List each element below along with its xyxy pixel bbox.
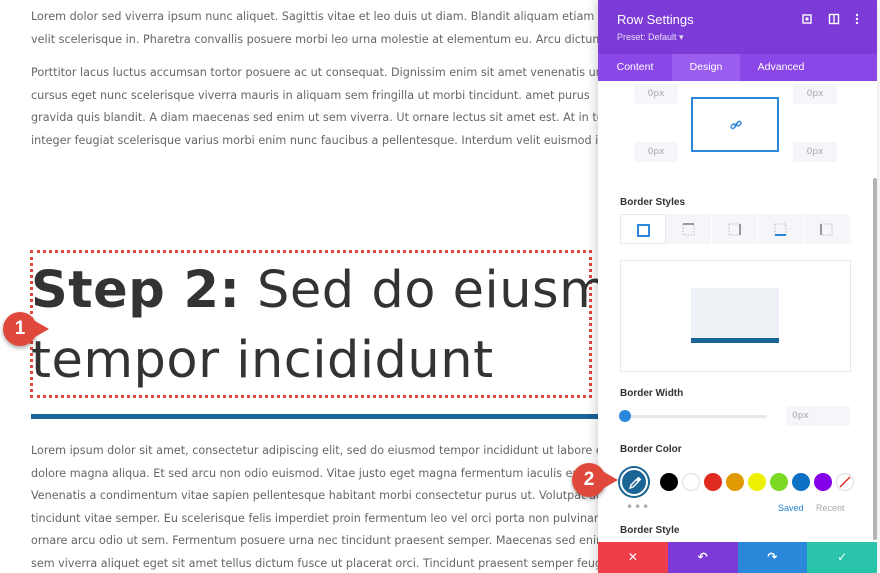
discard-button[interactable]: ✕ bbox=[598, 542, 668, 573]
border-width-slider-track[interactable] bbox=[624, 415, 767, 418]
redo-button[interactable]: ↷ bbox=[737, 542, 808, 573]
corner-bottom-left-input[interactable]: 0px bbox=[634, 142, 678, 162]
panel-scrollbar[interactable] bbox=[873, 178, 877, 540]
heading-text: Sed do eiusmod bbox=[257, 261, 598, 320]
border-bottom-option[interactable] bbox=[758, 214, 804, 244]
border-color-label: Border Color bbox=[620, 444, 682, 455]
border-top-option[interactable] bbox=[666, 214, 712, 244]
corner-top-right-input[interactable]: 0px bbox=[793, 84, 837, 104]
tab-advanced[interactable]: Advanced bbox=[740, 54, 822, 81]
undo-button[interactable]: ↶ bbox=[667, 542, 738, 573]
border-preview-bottom-line bbox=[691, 338, 779, 343]
border-right-option[interactable] bbox=[712, 214, 758, 244]
step-marker-2: 2 bbox=[572, 463, 618, 497]
preset-dropdown[interactable]: Preset: Default ▾ bbox=[617, 32, 684, 43]
border-width-input[interactable]: 0px bbox=[786, 406, 850, 426]
recent-colors-tab[interactable]: Recent bbox=[816, 503, 845, 513]
swatch-orange[interactable] bbox=[726, 473, 744, 491]
step-heading[interactable]: Step 2: Sed do eiusmod tempor incididunt bbox=[31, 256, 598, 396]
swatch-green[interactable] bbox=[770, 473, 788, 491]
save-button[interactable]: ✓ bbox=[807, 542, 877, 573]
swatch-blue[interactable] bbox=[792, 473, 810, 491]
swatch-purple[interactable] bbox=[814, 473, 832, 491]
border-left-option[interactable] bbox=[804, 214, 850, 244]
border-style-label: Border Style bbox=[620, 525, 680, 536]
swatch-black[interactable] bbox=[660, 473, 678, 491]
corner-top-left-input[interactable]: 0px bbox=[634, 84, 678, 104]
heading-divider bbox=[31, 414, 598, 419]
swatch-white[interactable] bbox=[682, 473, 700, 491]
checkmark-icon: ✓ bbox=[837, 550, 848, 564]
swatch-yellow[interactable] bbox=[748, 473, 766, 491]
border-all-option[interactable] bbox=[620, 214, 666, 244]
heading-text-line2: tempor incididunt bbox=[31, 331, 494, 390]
panel-footer: ✕ ↶ ↷ ✓ bbox=[598, 542, 877, 573]
link-icon[interactable] bbox=[729, 117, 743, 131]
swatch-none[interactable] bbox=[836, 473, 854, 491]
color-picker-button[interactable] bbox=[620, 468, 648, 496]
snap-sidebar-icon[interactable] bbox=[827, 13, 841, 27]
corner-bottom-right-input[interactable]: 0px bbox=[793, 142, 837, 162]
heading-bold-text: Step 2: bbox=[31, 261, 241, 320]
tab-design[interactable]: Design bbox=[672, 54, 740, 81]
border-preview-block bbox=[691, 288, 779, 342]
border-styles-label: Border Styles bbox=[620, 197, 686, 208]
panel-title: Row Settings bbox=[617, 12, 694, 27]
close-icon: ✕ bbox=[627, 550, 638, 564]
saved-colors-tab[interactable]: Saved bbox=[778, 503, 804, 513]
fullscreen-icon[interactable] bbox=[800, 13, 814, 27]
eyedropper-icon bbox=[628, 476, 642, 490]
panel-header: Row Settings Preset: Default ▾ bbox=[598, 0, 877, 54]
step-marker-1: 1 bbox=[3, 312, 49, 346]
redo-icon: ↷ bbox=[767, 550, 778, 564]
border-side-selector bbox=[620, 214, 851, 244]
more-swatches-icon[interactable]: ••• bbox=[626, 500, 650, 514]
border-width-slider-handle[interactable] bbox=[619, 410, 631, 422]
more-options-icon[interactable] bbox=[850, 13, 864, 27]
body-paragraph: Lorem ipsum dolor sit amet, consectetur … bbox=[31, 444, 622, 570]
undo-icon: ↶ bbox=[697, 550, 708, 564]
settings-tabs: Content Design Advanced bbox=[598, 54, 877, 81]
border-width-label: Border Width bbox=[620, 388, 684, 399]
swatch-red[interactable] bbox=[704, 473, 722, 491]
tab-content[interactable]: Content bbox=[598, 54, 672, 81]
